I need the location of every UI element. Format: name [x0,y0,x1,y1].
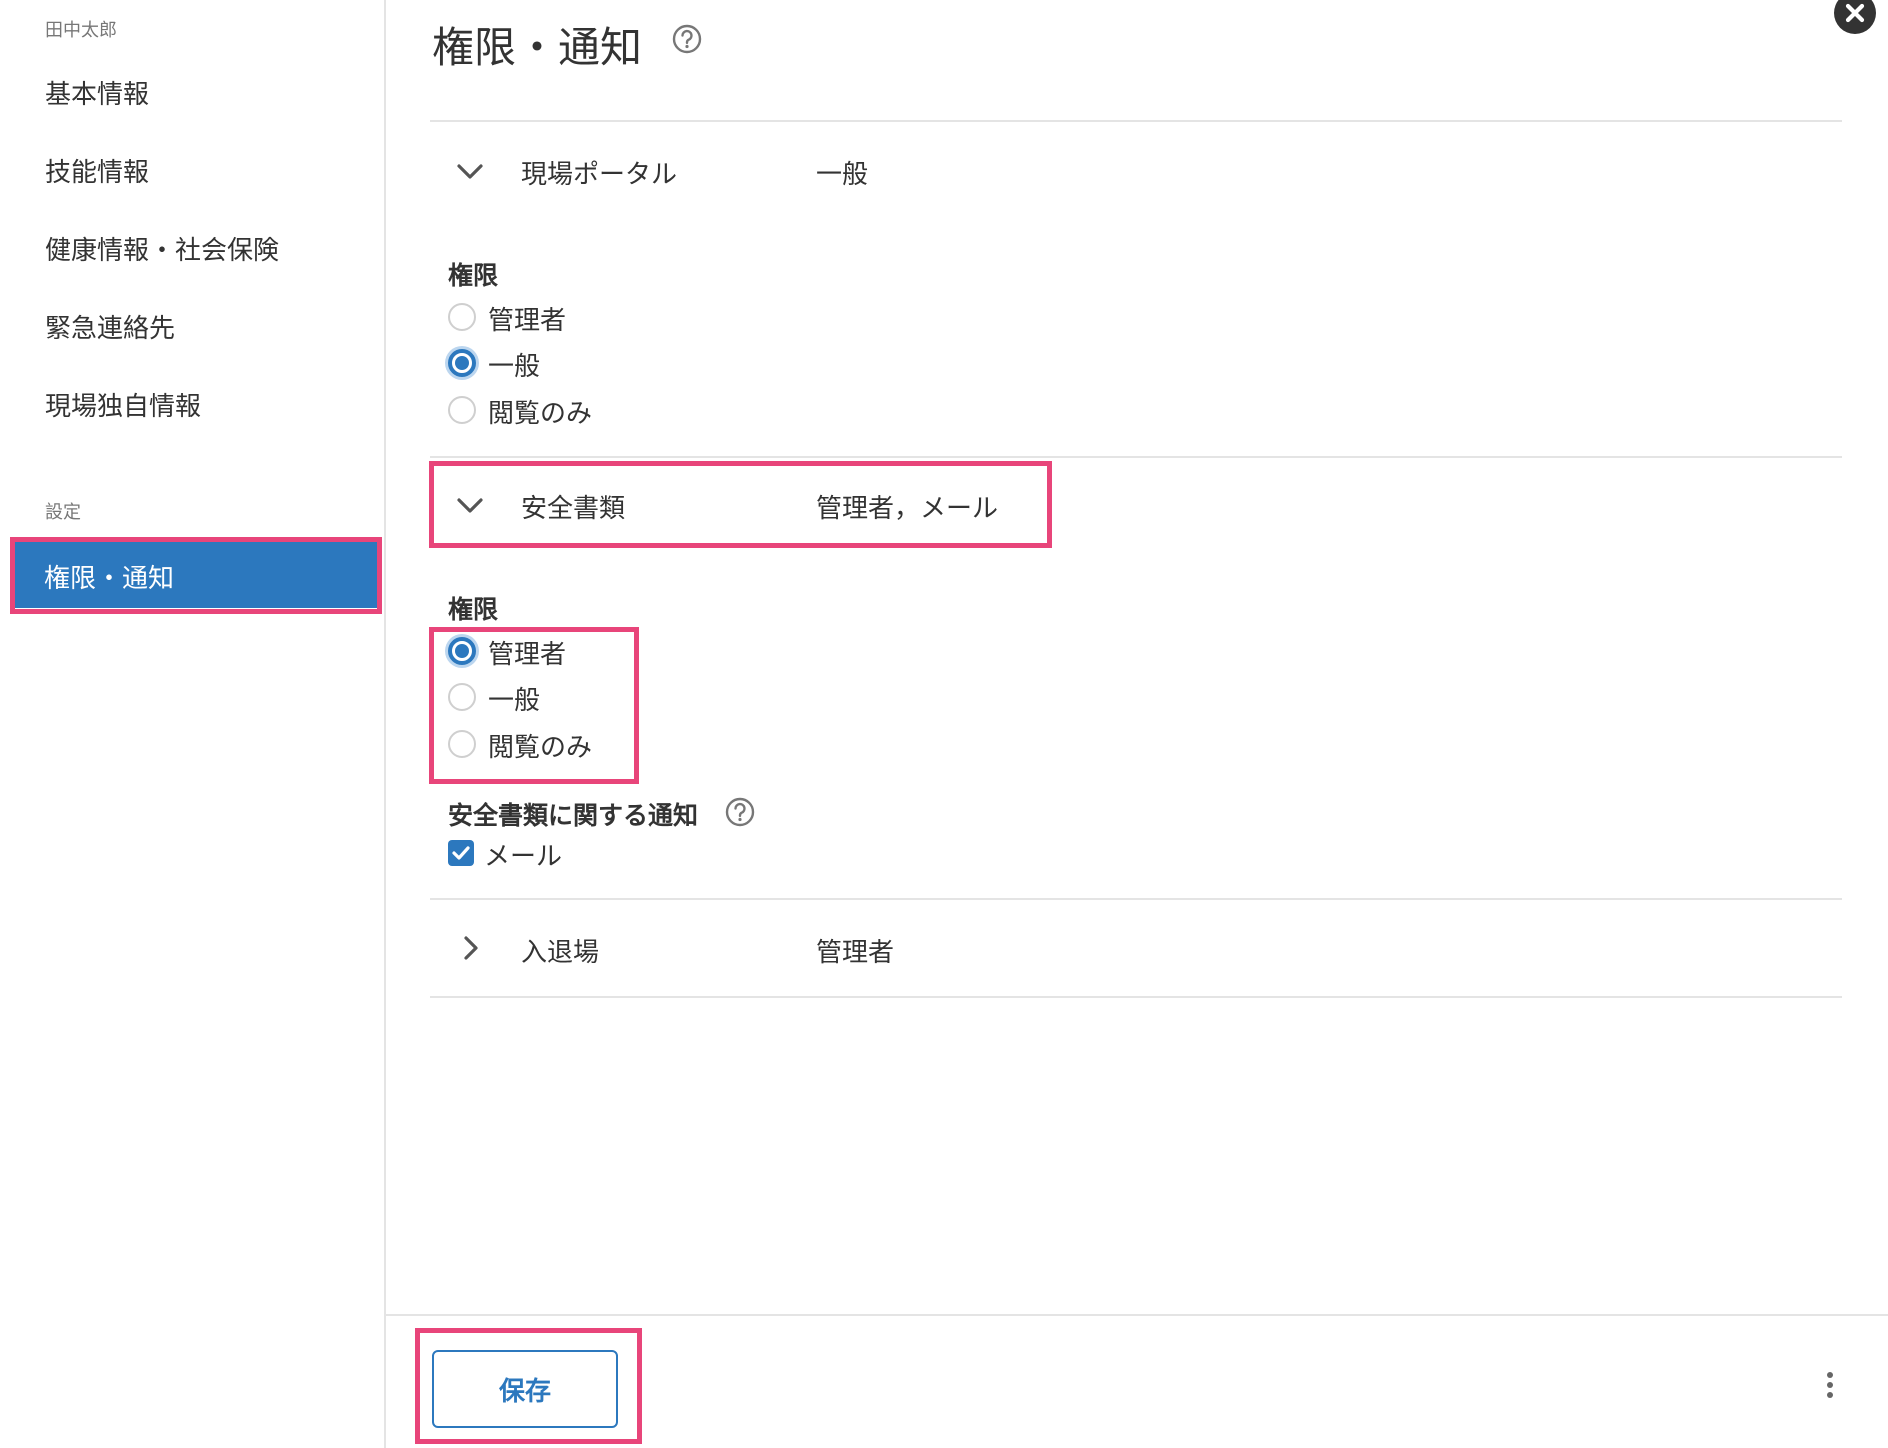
radio-circle[interactable] [448,303,476,331]
radio-safety-general[interactable]: 一般 [448,680,748,716]
divider [430,120,1842,122]
footer-divider [386,1314,1888,1316]
section-summary: 管理者，メール [816,494,999,524]
close-button[interactable] [1834,0,1876,34]
section-name: 安全書類 [521,494,626,524]
sidebar-item-label: 権限・通知 [44,564,175,594]
radio-label: 閲覧のみ [488,399,593,429]
radio-label: 閲覧のみ [488,733,593,763]
checkbox-label: メール [484,842,563,872]
permission-label: 権限 [448,261,499,290]
main-panel: 権限・通知 現場ポータル 一般 権限 管理者 一般 閲覧のみ 安全書類 管理者，… [386,0,1888,1448]
radio-circle[interactable] [448,349,476,377]
radio-circle[interactable] [448,730,476,758]
radio-label: 一般 [488,686,541,716]
chevron-right-icon[interactable] [456,934,484,966]
sidebar-item-basic-info[interactable]: 基本情報 [45,74,149,111]
divider [430,898,1842,900]
radio-label: 管理者 [488,640,567,670]
save-button[interactable]: 保存 [432,1350,618,1428]
section-summary: 一般 [816,160,869,190]
divider [430,456,1842,458]
sidebar-item-health-insurance[interactable]: 健康情報・社会保険 [45,230,279,267]
sidebar-item-permissions-notifications[interactable]: 権限・通知 [12,540,378,608]
chevron-down-icon[interactable] [456,492,484,522]
checkbox[interactable] [448,840,474,866]
radio-portal-readonly[interactable]: 閲覧のみ [448,393,748,429]
section-name: 入退場 [521,938,600,968]
help-icon[interactable] [725,797,755,831]
radio-safety-admin[interactable]: 管理者 [448,634,748,670]
user-name: 田中太郎 [45,20,117,41]
radio-safety-readonly[interactable]: 閲覧のみ [448,727,748,763]
chevron-down-icon[interactable] [456,158,484,188]
sidebar-item-skill-info[interactable]: 技能情報 [45,152,149,189]
checkmark-icon [452,846,470,860]
help-icon[interactable] [672,24,702,58]
page-title: 権限・通知 [432,23,643,72]
sidebar-item-site-info[interactable]: 現場独自情報 [45,386,201,423]
radio-label: 一般 [488,352,541,382]
radio-circle[interactable] [448,396,476,424]
radio-circle[interactable] [448,637,476,665]
divider [430,996,1842,998]
radio-portal-admin[interactable]: 管理者 [448,300,748,336]
section-name: 現場ポータル [521,160,678,190]
radio-circle[interactable] [448,683,476,711]
notification-label: 安全書類に関する通知 [448,801,699,830]
more-options-icon[interactable] [1824,1372,1836,1404]
permission-label: 権限 [448,595,499,624]
sidebar-section-settings: 設定 [45,502,81,523]
sidebar-item-emergency-contact[interactable]: 緊急連絡先 [45,308,175,345]
checkbox-email-notification[interactable]: メール [448,836,648,872]
sidebar: 田中太郎 基本情報 技能情報 健康情報・社会保険 緊急連絡先 現場独自情報 設定… [0,0,386,1448]
radio-label: 管理者 [488,306,567,336]
close-icon [1845,3,1865,23]
section-summary: 管理者 [816,938,895,968]
radio-portal-general[interactable]: 一般 [448,346,748,382]
